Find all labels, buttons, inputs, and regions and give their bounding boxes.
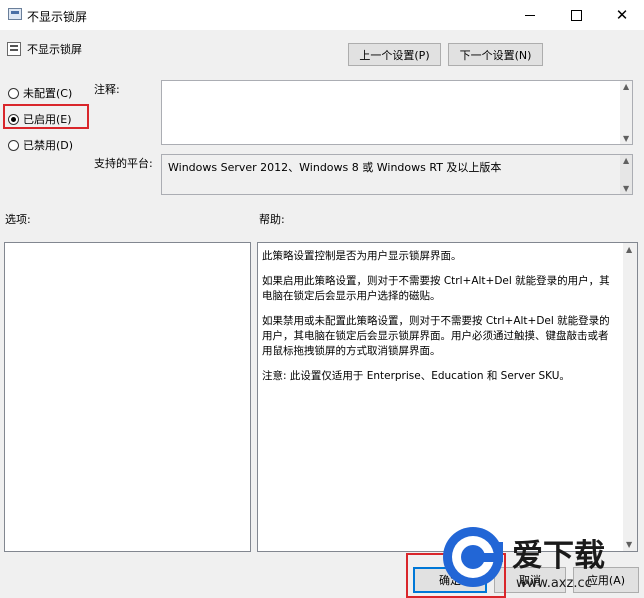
maximize-button[interactable] <box>553 0 599 30</box>
policy-title: 不显示锁屏 <box>27 43 82 56</box>
help-paragraph: 如果禁用或未配置此策略设置，则对于不需要按 Ctrl+Alt+Del 就能登录的… <box>262 315 610 357</box>
options-label: 选项: <box>5 213 31 226</box>
radio-label: 已禁用(D) <box>23 139 74 152</box>
scroll-up-icon[interactable]: ▲ <box>623 82 629 91</box>
watermark-brand: 爱下载 <box>512 538 605 574</box>
watermark-logo-icon <box>443 527 503 587</box>
watermark-url: www.axz.cc <box>516 576 592 591</box>
options-pane <box>4 242 251 552</box>
previous-setting-button[interactable]: 上一个设置(P) <box>348 43 441 66</box>
help-pane: 此策略设置控制是否为用户显示锁屏界面。 如果启用此策略设置，则对于不需要按 Ct… <box>257 242 638 552</box>
radio-not-configured[interactable]: 未配置(C) <box>8 85 72 101</box>
supported-platform-label: 支持的平台: <box>94 157 153 170</box>
scroll-down-icon[interactable]: ▼ <box>623 134 629 143</box>
help-label: 帮助: <box>259 213 285 226</box>
site-watermark: 爱下载 www.axz.cc <box>443 527 605 591</box>
comment-label: 注释: <box>94 83 120 96</box>
help-paragraph: 此策略设置控制是否为用户显示锁屏界面。 <box>262 250 462 262</box>
policy-icon <box>7 42 21 56</box>
next-setting-button[interactable]: 下一个设置(N) <box>448 43 543 66</box>
help-scrollbar[interactable]: ▲ ▼ <box>623 243 637 551</box>
maximize-icon <box>570 9 582 21</box>
help-paragraph: 注意: 此设置仅适用于 Enterprise、Education 和 Serve… <box>262 370 570 382</box>
platform-scrollbar[interactable]: ▲ ▼ <box>620 155 632 194</box>
radio-disabled[interactable]: 已禁用(D) <box>8 137 73 153</box>
close-icon: ✕ <box>615 5 629 24</box>
minimize-button[interactable] <box>507 0 553 30</box>
supported-platform-field: Windows Server 2012、Windows 8 或 Windows … <box>161 154 633 195</box>
help-paragraph: 如果启用此策略设置，则对于不需要按 Ctrl+Alt+Del 就能登录的用户，其… <box>262 275 610 302</box>
radio-button[interactable] <box>8 139 19 151</box>
comment-scrollbar[interactable]: ▲ ▼ <box>620 81 632 144</box>
close-button[interactable]: ✕ <box>599 0 644 30</box>
minimize-icon <box>525 14 535 16</box>
title-bar: 不显示锁屏 ✕ <box>0 0 644 30</box>
scroll-down-icon[interactable]: ▼ <box>623 184 629 193</box>
scroll-up-icon[interactable]: ▲ <box>626 245 632 254</box>
window-title: 不显示锁屏 <box>27 10 88 24</box>
scroll-up-icon[interactable]: ▲ <box>623 156 629 165</box>
radio-button[interactable] <box>8 87 19 99</box>
radio-label: 未配置(C) <box>23 87 73 100</box>
annotation-highlight-enabled <box>3 104 89 129</box>
comment-field[interactable] <box>161 80 633 145</box>
policy-window-icon <box>8 8 22 20</box>
